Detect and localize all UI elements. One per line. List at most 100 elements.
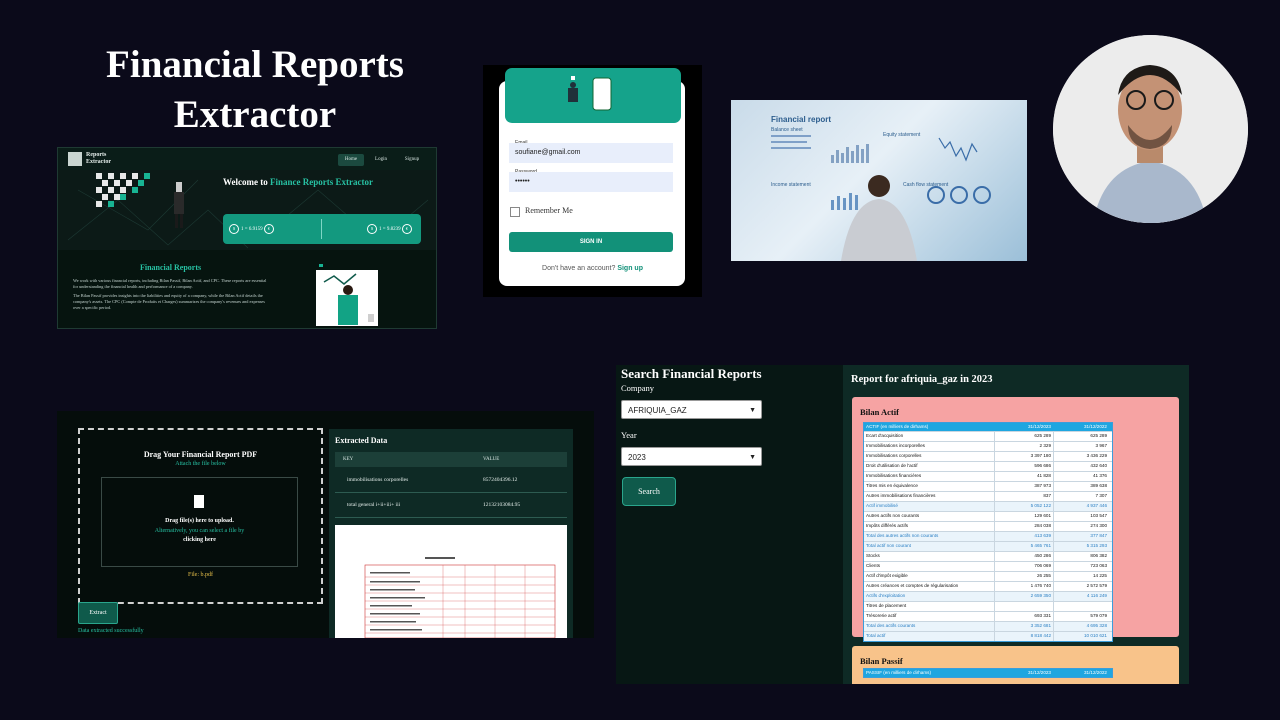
row-2023: 3 397 180: [1030, 453, 1051, 458]
table-row: Clients 706 069 723 063: [864, 561, 1112, 571]
col-divider: [994, 442, 995, 451]
row-label: Immobilisations corporelles: [866, 453, 922, 458]
row-2022: 3 436 229: [1086, 453, 1107, 458]
row-label: Ecart d'acquisition: [866, 433, 904, 438]
table-row: Titres mis en équivalence 387 973 389 638: [864, 481, 1112, 491]
table-row: Ecart d'acquisition 625 289 625 289: [864, 431, 1112, 441]
welcome-prefix: Welcome to: [223, 177, 268, 187]
row-2023: 8 818 442: [1030, 633, 1051, 638]
select-file-text: Alternatively, you can select a file by: [154, 528, 245, 534]
col-divider: [1053, 562, 1054, 571]
col-divider: [1053, 542, 1054, 551]
extracted-table-header: KEY VALUE: [335, 452, 567, 467]
sign-up-link[interactable]: Sign up: [617, 265, 643, 272]
rate-usd: $1 = 6.9159 €: [229, 224, 276, 234]
main-title: Financial Reports Extractor: [60, 40, 450, 140]
brand-line-2: Extractor: [86, 159, 111, 165]
row-2022: 377 847: [1090, 533, 1107, 538]
extract-button[interactable]: Extract: [78, 602, 118, 624]
row-2022: 806 382: [1090, 553, 1107, 558]
bilan-actif-section: Bilan Actif ACTIF (en milliers de dirham…: [852, 397, 1179, 642]
table-row: Immobilisations corporelles 3 397 180 3 43…: [864, 451, 1112, 461]
col-divider: [1053, 522, 1054, 531]
drag-title: Drag Your Financial Report PDF: [143, 450, 258, 459]
col-divider: [994, 562, 995, 571]
table-row: Stocks 450 286 806 382: [864, 551, 1112, 561]
table-row: Actif immobilisé 5 052 122 4 937 446: [864, 501, 1112, 511]
row-label: Stocks: [866, 553, 880, 558]
company-select[interactable]: AFRIQUIA_GAZ ▼: [621, 400, 762, 419]
chevron-down-icon: ▼: [749, 454, 756, 461]
pdf-preview-table: [364, 557, 556, 638]
col-divider: [1053, 472, 1054, 481]
row-2023: 129 601: [1034, 513, 1051, 518]
login-header-banner: [505, 68, 681, 123]
row-2023: 3 352 681: [1030, 623, 1051, 628]
photo-graphics: [771, 135, 991, 261]
search-button[interactable]: Search: [622, 477, 676, 506]
col-divider: [994, 502, 995, 511]
row-label: Immobilisations financières: [866, 473, 922, 478]
password-field[interactable]: ••••••: [509, 172, 673, 192]
sign-in-button[interactable]: SIGN IN: [509, 232, 673, 252]
euro-icon: €: [401, 224, 412, 234]
row-label: Total des autres actifs non courants: [866, 533, 939, 538]
row-2023: 450 286: [1034, 553, 1051, 558]
exchange-rates-card: $1 = 6.9159 € $1 = 9.8239 €: [223, 214, 421, 244]
col-divider: [1053, 532, 1054, 541]
row-label: Actifs d'exploitation: [866, 593, 906, 598]
financial-reports-para-2: The Bilan Passif provides insights into …: [73, 293, 265, 310]
col-value: VALUE: [483, 457, 500, 462]
chevron-down-icon: ▼: [749, 407, 756, 414]
nav-login[interactable]: Login: [368, 154, 394, 166]
table-row: Total des autres actifs non courants 413 …: [864, 531, 1112, 541]
row-2023: 625 289: [1034, 433, 1051, 438]
row-label: Impôts différés actifs: [866, 523, 909, 528]
table-row: Total des actifs courants 3 352 681 4 695 …: [864, 621, 1112, 631]
row-2022: 4 937 446: [1086, 503, 1107, 508]
col-divider: [1053, 432, 1054, 441]
col-divider: [994, 542, 995, 551]
brand-name: Reports Extractor: [86, 152, 111, 166]
nav-home[interactable]: Home: [338, 154, 364, 166]
financial-report-photo: Financial report Balance sheet Equity st…: [731, 100, 1027, 261]
no-account-text: Don't have an account? Sign up: [483, 265, 702, 272]
table-row: Total actif 8 818 442 10 010 621: [864, 631, 1112, 641]
row-2023: 2 329: [1039, 443, 1052, 448]
col-divider: [1053, 462, 1054, 471]
col-divider: [994, 522, 995, 531]
col-divider: [994, 452, 995, 461]
clicking-here-link[interactable]: clicking here: [101, 537, 298, 543]
year-select-value: 2023: [628, 453, 646, 462]
col-divider: [994, 592, 995, 601]
col-divider: [1053, 552, 1054, 561]
table-row: Autres créances et comptes de régularisa…: [864, 581, 1112, 591]
remember-checkbox[interactable]: [510, 207, 520, 217]
col-divider: [994, 482, 995, 491]
phone-illustration-icon: [568, 76, 612, 111]
row-value: 8572404396.12: [483, 477, 518, 483]
col-divider: [994, 602, 995, 611]
row-label: Autres immobilisations financières: [866, 493, 936, 498]
col-divider: [994, 572, 995, 581]
year-select[interactable]: 2023 ▼: [621, 447, 762, 466]
col-divider: [1053, 612, 1054, 621]
dollar-icon: $: [367, 224, 377, 234]
col-divider: [994, 492, 995, 501]
presenter-illustration: [316, 264, 378, 326]
row-label: Clients: [866, 563, 881, 568]
success-message: Data extracted successfully: [78, 628, 144, 634]
row-label: Titres de placement: [866, 603, 907, 608]
row-2022: 723 063: [1090, 563, 1107, 568]
table-row: Actif d'impôt exigible 26 255 14 225: [864, 571, 1112, 581]
row-label: Actif d'impôt exigible: [866, 573, 908, 578]
nav-signup[interactable]: Signup: [398, 154, 426, 166]
row-2023: 26 255: [1036, 573, 1051, 578]
row-2022: 14 225: [1092, 573, 1107, 578]
login-screenshot: Email soufiane@gmail.com Password ••••••…: [483, 65, 702, 297]
row-2022: 103 547: [1090, 513, 1107, 518]
table-row: Autres immobilisations financières 837 7 3…: [864, 491, 1112, 501]
email-field[interactable]: soufiane@gmail.com: [509, 143, 673, 163]
welcome-heading: Welcome to Finance Reports Extractor: [223, 177, 373, 187]
extracted-data-panel: Extracted Data KEY VALUE immobilisations…: [329, 429, 573, 638]
